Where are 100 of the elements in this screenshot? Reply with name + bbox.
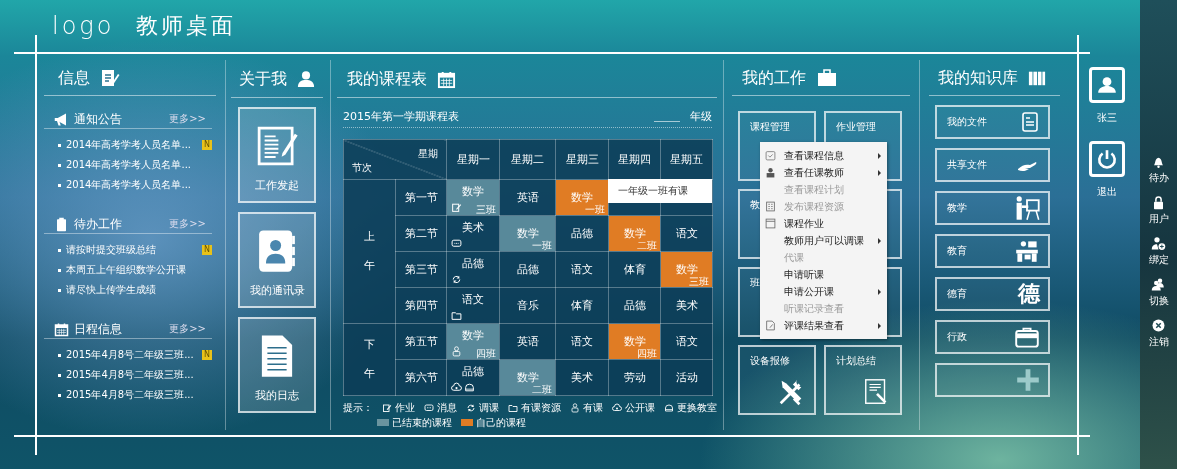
schedule-cell[interactable]: 语文 — [660, 323, 713, 360]
tile-button[interactable]: 我的日志 — [238, 317, 316, 413]
schedule-cell[interactable]: 英语 — [499, 179, 556, 216]
schedule-cell[interactable]: 劳动 — [608, 359, 661, 396]
menu-item[interactable]: 查看课程信息 — [760, 147, 887, 164]
course-name: 美术 — [462, 219, 484, 235]
bullet-icon — [58, 393, 61, 397]
period-label: 第一节 — [404, 191, 438, 204]
logout-button[interactable] — [1088, 141, 1125, 177]
chat-icon — [424, 402, 434, 413]
schedule-cell[interactable]: 数学 二班 — [499, 359, 556, 396]
schedule-cell[interactable]: 数学 三班 — [446, 179, 500, 216]
list-link[interactable]: 2015年4月8号二年级三班... — [66, 368, 194, 382]
sidebar-item[interactable]: 切换 — [1148, 277, 1169, 308]
library-button[interactable]: 行政 — [935, 320, 1050, 354]
menu-item[interactable]: 教师用户可以调课 — [760, 232, 887, 249]
schedule-cell[interactable]: 语文 — [555, 323, 609, 360]
section-title: 我的工作 — [742, 67, 806, 89]
library-button[interactable]: 我的文件 — [935, 105, 1050, 139]
person-icon — [297, 70, 315, 88]
legend-text: 有课 — [583, 400, 603, 415]
list-link[interactable]: 2014年高考学考人员名单... — [66, 178, 191, 192]
chat-icon — [451, 237, 462, 249]
homework-icon — [382, 402, 392, 413]
schedule-cell[interactable]: 英语 — [499, 323, 556, 360]
schedule-cell[interactable]: 体育 — [555, 287, 609, 324]
bullet-icon — [58, 373, 61, 377]
schedule-cell[interactable]: 美术 — [446, 215, 500, 252]
refresh-icon — [451, 273, 462, 285]
class-label: 四班 — [476, 347, 496, 359]
library-button[interactable]: 教育 — [935, 234, 1050, 268]
briefcase-icon — [1014, 325, 1040, 349]
period-label: 第二节 — [404, 227, 438, 240]
sidebar-item[interactable]: 用户 — [1148, 195, 1169, 226]
menu-item[interactable]: 申请听课 — [760, 266, 887, 283]
list-link[interactable]: 请尽快上传学生成绩 — [66, 283, 156, 297]
schedule-cell[interactable]: 品德 — [608, 287, 661, 324]
add-button[interactable] — [935, 363, 1050, 397]
library-button[interactable]: 教学 — [935, 191, 1050, 225]
list-link[interactable]: 2015年4月8号二年级三班... — [66, 388, 194, 402]
tile-button[interactable]: 我的通讯录 — [238, 212, 316, 308]
calendar-icon — [437, 69, 456, 89]
menu-item[interactable]: 申请公开课 — [760, 283, 887, 300]
list-link[interactable]: 2014年高考学考人员名单... — [66, 158, 191, 172]
bullet-icon — [58, 183, 61, 187]
section-heading: 日程信息 — [74, 320, 122, 338]
schedule-cell[interactable]: 品德 — [499, 251, 556, 288]
library-button[interactable]: 共享文件 — [935, 148, 1050, 182]
homework-icon — [451, 201, 462, 213]
tile-label[interactable]: 班 — [750, 276, 760, 290]
class-label: 二班 — [637, 239, 657, 251]
logo-text: logo — [52, 12, 115, 40]
menu-item[interactable]: 课程作业 — [760, 215, 887, 232]
tile-label[interactable]: 计划总结 — [836, 354, 876, 368]
schedule-cell[interactable]: 美术 — [660, 287, 713, 324]
library-button[interactable]: 德育 德 — [935, 277, 1050, 311]
schedule-cell[interactable]: 品德 — [555, 215, 609, 252]
schedule-cell[interactable]: 活动 — [660, 359, 713, 396]
document-icon — [765, 201, 776, 212]
tile-label[interactable]: 作业管理 — [836, 120, 876, 134]
menu-item[interactable]: 评课结果查看 — [760, 317, 887, 334]
section-heading: 通知公告 — [74, 110, 122, 128]
schedule-cell[interactable]: 音乐 — [499, 287, 556, 324]
schedule-cell[interactable]: 体育 — [608, 251, 661, 288]
course-name: 数学 — [462, 183, 484, 199]
schedule-cell[interactable]: 语文 — [660, 215, 713, 252]
schedule-cell[interactable]: 数学 一班 — [499, 215, 556, 252]
tile-label[interactable]: 设备报修 — [750, 354, 790, 368]
sidebar-item[interactable]: 绑定 — [1148, 236, 1169, 267]
note-icon — [100, 68, 120, 88]
avatar-button[interactable] — [1088, 67, 1125, 103]
folder-icon — [508, 402, 518, 413]
new-badge: N — [202, 245, 212, 255]
bullet-icon — [58, 268, 61, 272]
half-day-label: 上午 — [364, 228, 375, 274]
course-name: 品德 — [571, 226, 593, 241]
list-link[interactable]: 2015年4月8号二年级三班... — [66, 348, 194, 362]
sidebar-item[interactable]: 待办 — [1148, 154, 1169, 185]
megaphone-icon — [54, 111, 69, 127]
schedule-cell[interactable]: 数学 四班 — [446, 323, 500, 360]
list-link[interactable]: 2014年高考学考人员名单... — [66, 138, 191, 152]
more-link[interactable]: 更多>> — [169, 322, 206, 336]
sidebar-item[interactable]: 注销 — [1148, 318, 1169, 349]
tile-label[interactable]: 教 — [750, 198, 760, 212]
schedule-cell[interactable]: 品德 — [446, 251, 500, 288]
list-link[interactable]: 请按时提交班级总结 — [66, 243, 156, 257]
legend-text: 调课 — [479, 400, 499, 415]
schedule-cell[interactable]: 语文 — [446, 287, 500, 324]
course-name: 活动 — [675, 370, 698, 385]
tile-label[interactable]: 课程管理 — [750, 120, 790, 134]
schedule-cell[interactable]: 美术 — [555, 359, 609, 396]
menu-item[interactable]: 查看任课教师 — [760, 164, 887, 181]
list-link[interactable]: 本周五上午组织数学公开课 — [66, 263, 186, 277]
schedule-cell[interactable]: 品德 — [446, 359, 500, 396]
period-label: 第六节 — [404, 371, 438, 384]
section-title: 我的知识库 — [938, 67, 1018, 89]
bullet-icon — [58, 288, 61, 292]
period-label: 第四节 — [404, 299, 438, 312]
schedule-cell[interactable]: 语文 — [555, 251, 609, 288]
calendar-icon — [54, 321, 69, 337]
